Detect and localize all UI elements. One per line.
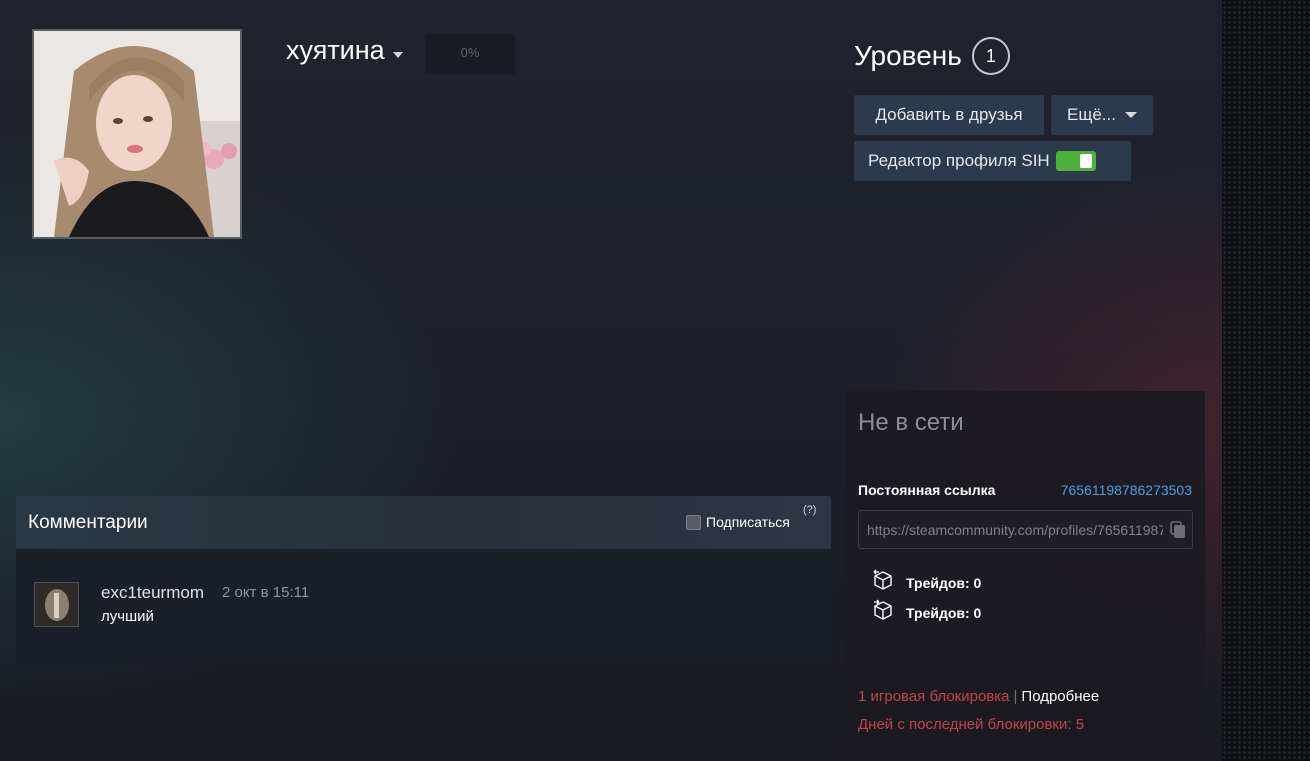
help-link[interactable]: (?) bbox=[803, 504, 816, 516]
subscribe-checkbox[interactable] bbox=[686, 514, 701, 530]
subscribe-control[interactable]: Подписаться bbox=[686, 514, 790, 530]
ban-info-row: 1 игровая блокировка | Подробнее bbox=[858, 688, 1099, 705]
comment-author-link[interactable]: exc1teurmom bbox=[101, 583, 204, 603]
subscribe-label[interactable]: Подписаться bbox=[706, 514, 790, 530]
xp-progress-box: 0% bbox=[425, 34, 515, 74]
xp-progress-text: 0% bbox=[460, 45, 480, 60]
chevron-down-icon bbox=[1124, 112, 1137, 118]
comments-panel: Комментарии Подписаться (?) exc1teurmom … bbox=[16, 496, 831, 665]
trade-box-in-icon bbox=[872, 569, 894, 596]
trade-box-out-icon bbox=[872, 599, 894, 626]
sih-profile-editor-button[interactable]: Редактор профиля SIH bbox=[854, 141, 1131, 181]
days-since-ban: Дней с последней блокировки: 5 bbox=[858, 716, 1085, 733]
comment-text: лучший bbox=[101, 608, 154, 625]
permalink-input[interactable] bbox=[867, 511, 1163, 548]
trade-count-label: Трейдов: 0 bbox=[906, 574, 982, 591]
add-friend-label: Добавить в друзья bbox=[875, 105, 1023, 124]
status-panel: Не в сети Постоянная ссылка 765611987862… bbox=[846, 391, 1205, 761]
comments-title: Комментарии bbox=[28, 512, 148, 533]
permalink-id-link[interactable]: 76561198786273503 bbox=[1061, 482, 1192, 498]
permalink-field[interactable] bbox=[858, 510, 1193, 549]
online-status: Не в сети bbox=[858, 409, 964, 436]
sih-editor-toggle[interactable] bbox=[1055, 151, 1096, 171]
comment-timestamp: 2 окт в 15:11 bbox=[222, 584, 310, 601]
permalink-label: Постоянная ссылка bbox=[858, 482, 996, 498]
sih-editor-label: Редактор профиля SIH bbox=[868, 151, 1050, 170]
ban-separator: | bbox=[1013, 688, 1018, 705]
game-ban-text: 1 игровая блокировка bbox=[858, 688, 1010, 705]
more-label: Ещё... bbox=[1067, 105, 1116, 124]
comments-header: Комментарии Подписаться (?) bbox=[16, 496, 831, 549]
persona-name-row[interactable]: хуятина bbox=[286, 35, 403, 66]
level-row: Уровень 1 bbox=[854, 37, 1010, 75]
level-value: 1 bbox=[985, 45, 996, 66]
trade-stat-outgoing: Трейдов: 0 bbox=[872, 599, 981, 626]
level-label: Уровень bbox=[854, 40, 962, 71]
persona-name[interactable]: хуятина bbox=[286, 35, 385, 66]
more-button[interactable]: Ещё... bbox=[1051, 95, 1153, 135]
trade-count-label: Трейдов: 0 bbox=[906, 604, 982, 621]
page-side-pattern bbox=[1222, 0, 1310, 761]
chevron-down-icon[interactable] bbox=[392, 52, 403, 58]
toggle-knob bbox=[1079, 154, 1092, 168]
copy-icon[interactable] bbox=[1170, 521, 1186, 544]
ban-details-link[interactable]: Подробнее bbox=[1021, 688, 1099, 705]
profile-avatar[interactable] bbox=[32, 29, 242, 239]
level-badge[interactable]: 1 bbox=[971, 37, 1010, 75]
trade-stat-incoming: Трейдов: 0 bbox=[872, 569, 981, 596]
add-friend-button[interactable]: Добавить в друзья bbox=[854, 95, 1044, 135]
comment-author-avatar[interactable] bbox=[34, 582, 79, 627]
